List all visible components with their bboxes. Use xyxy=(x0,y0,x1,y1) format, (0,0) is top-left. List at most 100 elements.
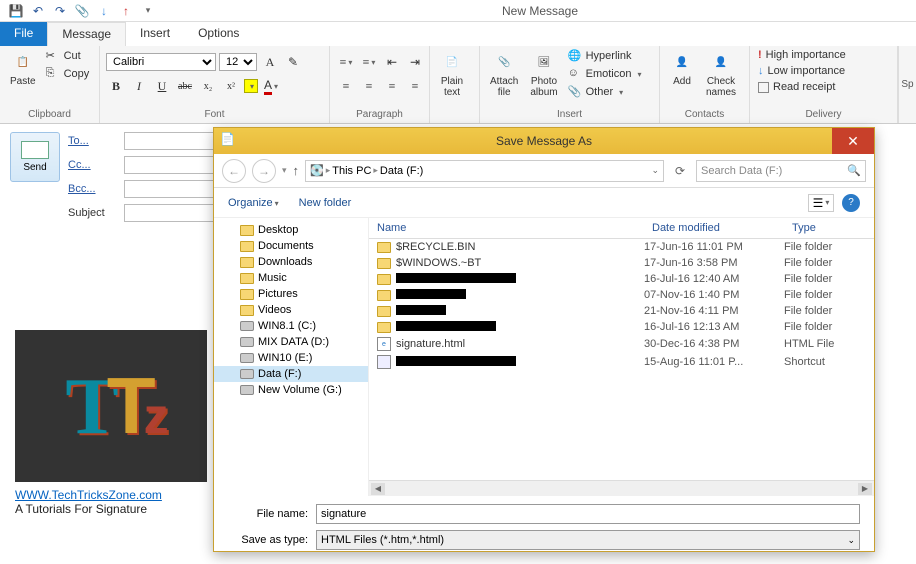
savetype-label: Save as type: xyxy=(228,534,308,546)
tree-item[interactable]: WIN10 (E:) xyxy=(214,350,368,366)
attach-file-button[interactable]: 📎Attach file xyxy=(486,48,522,100)
file-row[interactable]: $WINDOWS.~BT17-Jun-16 3:58 PMFile folder xyxy=(369,255,874,271)
tab-options[interactable]: Options xyxy=(184,22,253,46)
cut-button[interactable]: ✂Cut xyxy=(44,48,92,64)
photo-album-button[interactable]: 🖼Photo album xyxy=(526,48,561,100)
folder-icon xyxy=(240,241,254,252)
tree-item[interactable]: Desktop xyxy=(214,222,368,238)
tree-item[interactable]: Videos xyxy=(214,302,368,318)
align-right-button[interactable]: ≡ xyxy=(382,76,402,96)
font-color-button[interactable]: A xyxy=(261,76,281,96)
bold-button[interactable]: B xyxy=(106,76,126,96)
check-names-button[interactable]: 👤Check names xyxy=(702,48,740,100)
folder-tree: DesktopDocumentsDownloadsMusicPicturesVi… xyxy=(214,218,369,496)
scroll-left-button[interactable]: ◀ xyxy=(371,483,385,495)
file-row[interactable]: 16-Jul-16 12:13 AMFile folder xyxy=(369,319,874,335)
footer-link[interactable]: WWW.TechTricksZone.com xyxy=(15,488,207,502)
paste-button[interactable]: 📋 Paste xyxy=(6,48,40,89)
strike-button[interactable]: abc xyxy=(175,76,195,96)
grow-font-button[interactable]: A xyxy=(260,52,280,72)
html-file-icon: e xyxy=(377,337,391,351)
subscript-button[interactable]: x₂ xyxy=(198,76,218,96)
bullets-button[interactable]: ≡ xyxy=(336,52,356,72)
help-button[interactable]: ? xyxy=(842,194,860,212)
tree-item[interactable]: Music xyxy=(214,270,368,286)
numbering-button[interactable]: ≡ xyxy=(359,52,379,72)
col-date[interactable]: Date modified xyxy=(644,218,784,238)
file-row[interactable]: 07-Nov-16 1:40 PMFile folder xyxy=(369,287,874,303)
plain-text-button[interactable]: 📄 Plain text xyxy=(436,48,468,100)
italic-button[interactable]: I xyxy=(129,76,149,96)
add-contact-button[interactable]: 👤Add xyxy=(666,48,698,89)
tab-message[interactable]: Message xyxy=(47,22,126,46)
send-button[interactable]: Send xyxy=(10,132,60,182)
group-font: Font xyxy=(106,109,323,121)
redo-icon[interactable]: ↷ xyxy=(52,3,68,19)
font-name-select[interactable]: Calibri xyxy=(106,53,216,71)
other-insert-button[interactable]: 📎Other xyxy=(566,84,644,100)
priority-up-icon[interactable]: ↑ xyxy=(118,3,134,19)
recent-locations-icon[interactable]: ▾ xyxy=(282,165,287,176)
envelope-icon xyxy=(21,141,49,159)
high-importance-button[interactable]: !High importance xyxy=(756,48,848,62)
tree-item[interactable]: New Volume (G:) xyxy=(214,382,368,398)
forward-button[interactable]: → xyxy=(252,159,276,183)
tab-file[interactable]: File xyxy=(0,22,47,46)
tree-item[interactable]: WIN8.1 (C:) xyxy=(214,318,368,334)
file-row[interactable]: esignature.html30-Dec-16 4:38 PMHTML Fil… xyxy=(369,335,874,353)
copy-button[interactable]: ⎘Copy xyxy=(44,66,92,82)
align-left-button[interactable]: ≡ xyxy=(336,76,356,96)
folder-icon xyxy=(240,225,254,236)
tree-item[interactable]: Downloads xyxy=(214,254,368,270)
group-insert: Insert xyxy=(486,109,653,121)
refresh-button[interactable]: ⟳ xyxy=(670,161,690,181)
tree-item[interactable]: Documents xyxy=(214,238,368,254)
close-button[interactable]: ✕ xyxy=(832,128,874,154)
highlight-button[interactable] xyxy=(244,79,258,93)
justify-button[interactable]: ≡ xyxy=(405,76,425,96)
tree-item[interactable]: Pictures xyxy=(214,286,368,302)
savetype-select[interactable]: HTML Files (*.htm,*.html)⌄ xyxy=(316,530,860,550)
format-painter-icon[interactable]: ✎ xyxy=(283,52,303,72)
to-button[interactable]: To... xyxy=(68,135,118,147)
save-icon[interactable]: 💾 xyxy=(8,3,24,19)
read-receipt-checkbox[interactable]: Read receipt xyxy=(756,80,848,94)
font-size-select[interactable]: 12 xyxy=(219,53,257,71)
undo-icon[interactable]: ↶ xyxy=(30,3,46,19)
folder-icon xyxy=(377,258,391,269)
col-type[interactable]: Type xyxy=(784,218,874,238)
priority-down-icon[interactable]: ↓ xyxy=(96,3,112,19)
file-row[interactable]: 21-Nov-16 4:11 PMFile folder xyxy=(369,303,874,319)
attach-icon[interactable]: 📎 xyxy=(74,3,90,19)
file-row[interactable]: 15-Aug-16 11:01 P...Shortcut xyxy=(369,353,874,371)
tab-insert[interactable]: Insert xyxy=(126,22,184,46)
col-name[interactable]: Name xyxy=(369,218,644,238)
new-folder-button[interactable]: New folder xyxy=(299,197,352,209)
file-row[interactable]: $RECYCLE.BIN17-Jun-16 11:01 PMFile folde… xyxy=(369,239,874,255)
outdent-button[interactable]: ⇤ xyxy=(382,52,402,72)
back-button[interactable]: ← xyxy=(222,159,246,183)
plaintext-icon: 📄 xyxy=(440,50,464,74)
tree-item[interactable]: MIX DATA (D:) xyxy=(214,334,368,350)
bcc-button[interactable]: Bcc... xyxy=(68,183,118,195)
emoticon-button[interactable]: ☺Emoticon xyxy=(566,66,644,82)
up-button[interactable]: ↑ xyxy=(293,163,300,178)
hyperlink-button[interactable]: 🌐Hyperlink xyxy=(566,48,644,64)
file-row[interactable]: 16-Jul-16 12:40 AMFile folder xyxy=(369,271,874,287)
cc-button[interactable]: Cc... xyxy=(68,159,118,171)
qat-customize-icon[interactable]: ▾ xyxy=(140,3,156,19)
search-input[interactable]: Search Data (F:) 🔍 xyxy=(696,160,866,182)
scroll-right-button[interactable]: ▶ xyxy=(858,483,872,495)
address-bar[interactable]: 💽 ▸ This PC ▸ Data (F:) ⌄ xyxy=(305,160,664,182)
low-importance-button[interactable]: ↓Low importance xyxy=(756,64,848,78)
align-center-button[interactable]: ≡ xyxy=(359,76,379,96)
underline-button[interactable]: U xyxy=(152,76,172,96)
view-options-button[interactable]: ☰ xyxy=(808,194,834,212)
tree-item[interactable]: Data (F:) xyxy=(214,366,368,382)
indent-button[interactable]: ⇥ xyxy=(405,52,425,72)
filename-input[interactable] xyxy=(316,504,860,524)
superscript-button[interactable]: x² xyxy=(221,76,241,96)
folder-icon xyxy=(377,306,391,317)
organize-button[interactable]: Organize xyxy=(228,197,279,209)
folder-icon xyxy=(240,289,254,300)
